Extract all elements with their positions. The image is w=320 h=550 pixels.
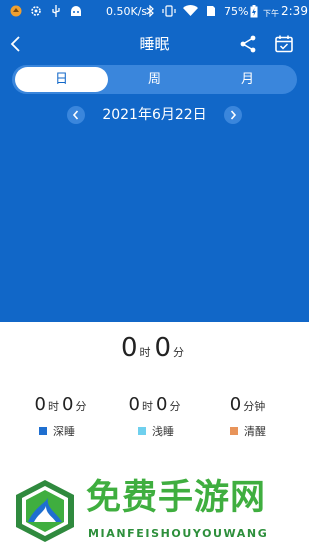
- light-sleep-swatch: [138, 427, 146, 435]
- watermark-subtitle: MIANFEISHOUYOUWANG: [88, 527, 269, 540]
- settings-notification-icon: [30, 5, 42, 20]
- tab-day[interactable]: 日: [15, 67, 108, 92]
- sim-icon: [206, 5, 216, 20]
- deep-sleep-hours: 0: [34, 394, 46, 415]
- awake-minutes-unit: 分钟: [243, 400, 266, 413]
- total-hours: 0: [120, 333, 138, 363]
- watermark-title: 免费手游网: [86, 478, 267, 518]
- share-icon: [237, 35, 259, 59]
- light-sleep-hours-unit: 时: [142, 400, 153, 413]
- awake-duration: 0 分钟: [204, 394, 294, 415]
- awake-label: 清醒: [244, 425, 266, 438]
- total-minutes: 0: [154, 333, 172, 363]
- light-sleep-minutes: 0: [156, 394, 168, 415]
- page-title: 睡眠: [139, 35, 170, 53]
- deep-sleep-swatch: [39, 427, 47, 435]
- total-minutes-unit: 分: [173, 346, 185, 359]
- light-sleep-label: 浅睡: [152, 425, 174, 438]
- network-speed: 0.50K/s: [106, 5, 148, 18]
- awake-minutes: 0: [229, 394, 242, 415]
- watermark-logo: [12, 478, 78, 544]
- deep-sleep-legend: 深睡: [12, 423, 102, 439]
- light-sleep-duration: 0时0分: [111, 394, 201, 415]
- next-date-button[interactable]: [224, 106, 242, 124]
- share-button[interactable]: [237, 33, 259, 55]
- period-tabs: 日 周 月: [12, 65, 297, 94]
- tab-month[interactable]: 月: [201, 67, 294, 92]
- chevron-right-icon: [224, 109, 242, 128]
- calendar-button[interactable]: [273, 33, 295, 55]
- vibrate-icon: [162, 5, 176, 20]
- calendar-icon: [273, 35, 295, 59]
- bluetooth-icon: [146, 4, 155, 20]
- android-icon: [69, 5, 83, 20]
- deep-sleep-minutes: 0: [62, 394, 74, 415]
- total-hours-unit: 时: [139, 346, 151, 359]
- deep-sleep-minutes-unit: 分: [75, 400, 87, 413]
- awake-legend: 清醒: [203, 423, 293, 439]
- total-sleep: 0时0分: [0, 333, 309, 363]
- battery-percent: 75%: [224, 5, 249, 18]
- date-navigator: 2021年6月22日: [0, 104, 309, 126]
- current-date: 2021年6月22日: [102, 107, 207, 123]
- usb-icon: [51, 5, 61, 20]
- clock-time: 2:39: [281, 4, 308, 18]
- light-sleep-hours: 0: [128, 394, 140, 415]
- time-prefix: 下午: [263, 9, 279, 18]
- status-bar: 0.50K/s 75% 下午 2:39: [0, 0, 309, 22]
- deep-sleep-duration: 0时0分: [17, 394, 107, 415]
- app-notification-icon: [10, 5, 22, 20]
- battery-charging-icon: [250, 5, 258, 21]
- deep-sleep-hours-unit: 时: [48, 400, 59, 413]
- wifi-icon: [183, 5, 198, 20]
- deep-sleep-label: 深睡: [53, 425, 75, 438]
- tab-week[interactable]: 周: [108, 67, 201, 92]
- awake-swatch: [230, 427, 238, 435]
- light-sleep-minutes-unit: 分: [169, 400, 181, 413]
- light-sleep-legend: 浅睡: [111, 423, 201, 439]
